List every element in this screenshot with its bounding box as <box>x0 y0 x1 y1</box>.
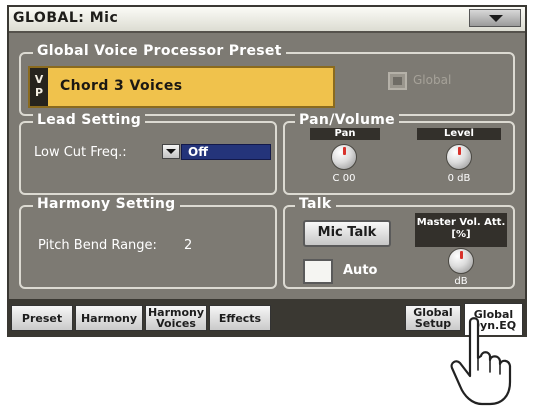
title-bar: GLOBAL: Mic <box>9 7 525 33</box>
level-knob[interactable] <box>446 144 472 170</box>
auto-label: Auto <box>343 263 378 278</box>
chevron-down-icon <box>489 15 503 22</box>
global-checkbox[interactable] <box>388 72 407 90</box>
voice-processor-title: Global Voice Processor Preset <box>33 43 286 59</box>
pan-value: C 00 <box>332 173 356 184</box>
low-cut-label: Low Cut Freq.: <box>34 145 127 160</box>
pan-header: Pan <box>310 128 380 140</box>
tab-preset[interactable]: Preset <box>11 305 73 331</box>
low-cut-value-field[interactable]: Off <box>181 144 271 160</box>
tab-effects[interactable]: Effects <box>209 305 271 331</box>
level-value: 0 dB <box>447 173 471 184</box>
master-volume-value: dB <box>454 276 468 287</box>
vp-preset-name: Chord 3 Voices <box>60 78 183 94</box>
lead-setting-title: Lead Setting <box>33 112 146 128</box>
pointing-hand-icon <box>450 317 512 406</box>
pitch-bend-value[interactable]: 2 <box>184 238 192 253</box>
global-mic-screen: GLOBAL: Mic Global Voice Processor Prese… <box>7 5 527 337</box>
pan-knob[interactable] <box>331 144 357 170</box>
pitch-bend-label: Pitch Bend Range: <box>38 238 157 253</box>
master-volume-header: Master Vol. Att.[%] <box>415 213 507 247</box>
vp-tag-label: VP <box>34 73 44 99</box>
pan-volume-title: Pan/Volume <box>295 112 399 128</box>
vp-preset-selector[interactable]: VP Chord 3 Voices <box>28 66 335 108</box>
level-header: Level <box>417 128 501 140</box>
vp-tag: VP <box>30 68 48 106</box>
tab-harmony[interactable]: Harmony <box>75 305 143 331</box>
global-checkbox-label: Global <box>413 73 452 87</box>
talk-title: Talk <box>295 196 336 212</box>
tab-harmony-voices[interactable]: Harmony Voices <box>145 305 207 331</box>
page-title: GLOBAL: Mic <box>13 10 119 26</box>
low-cut-dropdown-button[interactable] <box>162 144 180 159</box>
page-menu-button[interactable] <box>469 9 521 27</box>
chevron-down-icon <box>166 149 176 154</box>
auto-checkbox[interactable] <box>303 259 333 284</box>
harmony-setting-title: Harmony Setting <box>33 196 180 212</box>
master-volume-knob[interactable] <box>448 248 474 274</box>
mic-talk-button[interactable]: Mic Talk <box>303 220 391 247</box>
